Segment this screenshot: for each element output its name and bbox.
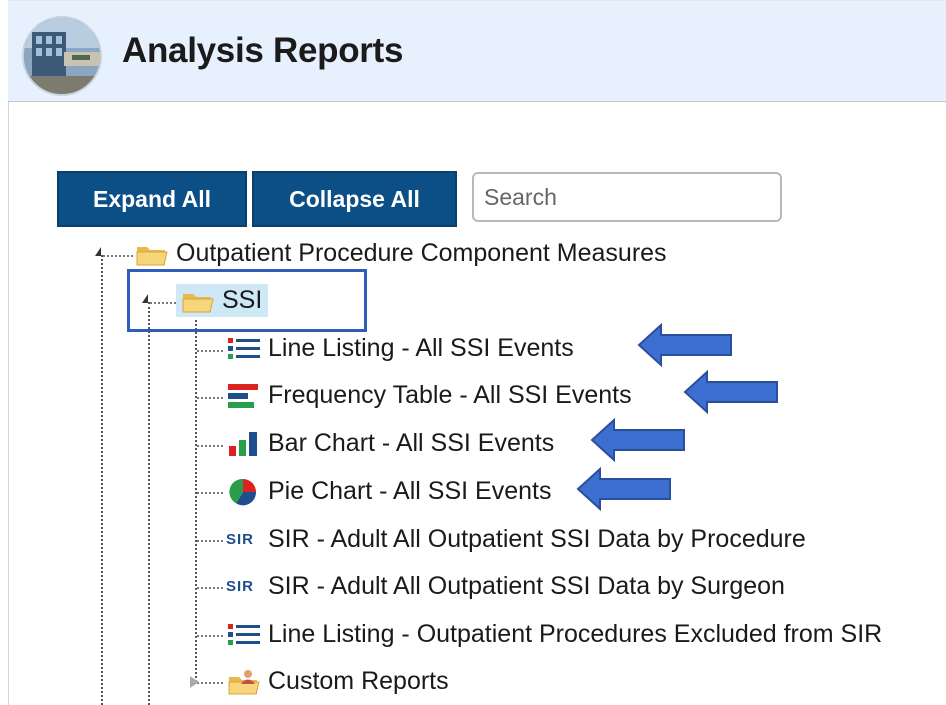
tree-item-sir-by-procedure[interactable]: SIR SIR - Adult All Outpatient SSI Data … (226, 525, 806, 554)
left-border (8, 0, 9, 705)
tree-connector (197, 350, 223, 352)
collapse-all-button[interactable]: Collapse All (252, 171, 457, 227)
tree-item-sir-by-surgeon[interactable]: SIR SIR - Adult All Outpatient SSI Data … (226, 572, 785, 601)
tree-node-outpatient-measures[interactable]: Outpatient Procedure Component Measures (134, 239, 667, 268)
tree-item-label: SIR - Adult All Outpatient SSI Data by S… (268, 572, 785, 600)
tree-item-frequency-table-all-ssi[interactable]: Frequency Table - All SSI Events (226, 381, 632, 410)
sir-icon: SIR (226, 578, 255, 595)
tree-connector (197, 540, 223, 542)
annotation-arrow-icon (590, 417, 685, 463)
tree-node-label: Outpatient Procedure Component Measures (176, 239, 667, 267)
tree-item-line-listing-excluded[interactable]: Line Listing - Outpatient Procedures Exc… (226, 620, 882, 649)
page-header: Analysis Reports (8, 0, 946, 102)
tree-connector (197, 682, 223, 684)
tree-item-label: Bar Chart - All SSI Events (268, 429, 555, 457)
tree-connector (197, 492, 223, 494)
pie-chart-icon (226, 478, 262, 506)
tree-item-label: Line Listing - Outpatient Procedures Exc… (268, 620, 883, 648)
custom-reports-folder-icon (226, 668, 262, 696)
tree-item-label: Custom Reports (268, 667, 449, 695)
tree-connector (103, 255, 133, 257)
tree-item-line-listing-all-ssi[interactable]: Line Listing - All SSI Events (226, 334, 574, 363)
search-input[interactable] (472, 172, 782, 222)
tree-item-bar-chart-all-ssi[interactable]: Bar Chart - All SSI Events (226, 429, 554, 458)
tree-connector (197, 445, 223, 447)
sir-icon: SIR (226, 531, 255, 548)
expand-toggle-icon[interactable] (190, 676, 199, 688)
annotation-arrow-icon (637, 322, 732, 368)
building-logo-icon (22, 16, 102, 96)
tree-node-custom-reports[interactable]: Custom Reports (226, 667, 449, 696)
line-listing-icon (226, 335, 262, 363)
page-title: Analysis Reports (122, 31, 404, 70)
highlight-box (127, 269, 367, 332)
expand-all-button[interactable]: Expand All (57, 171, 247, 227)
collapse-toggle-icon[interactable] (95, 247, 101, 256)
tree-item-label: Pie Chart - All SSI Events (268, 477, 552, 505)
tree-item-label: Frequency Table - All SSI Events (268, 381, 632, 409)
tree-connector (197, 397, 223, 399)
folder-open-icon (134, 240, 170, 268)
tree-item-label: SIR - Adult All Outpatient SSI Data by P… (268, 525, 806, 553)
tree-connector (148, 302, 150, 705)
tree-connector (101, 255, 103, 705)
line-listing-icon (226, 621, 262, 649)
bar-chart-icon (226, 430, 262, 458)
annotation-arrow-icon (683, 369, 778, 415)
tree-connector (195, 320, 197, 682)
tree-item-pie-chart-all-ssi[interactable]: Pie Chart - All SSI Events (226, 477, 551, 506)
tree-connector (197, 635, 223, 637)
annotation-arrow-icon (576, 466, 671, 512)
tree-connector (197, 587, 223, 589)
tree-item-label: Line Listing - All SSI Events (268, 334, 574, 362)
frequency-table-icon (226, 382, 262, 410)
